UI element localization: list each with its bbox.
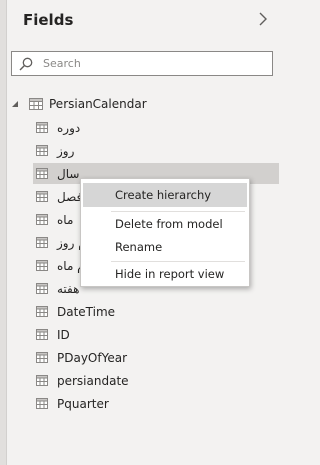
pane-title: Fields <box>23 11 74 29</box>
field-label: فصل <box>57 189 83 204</box>
field-label: روز <box>57 143 75 158</box>
collapse-pane-button[interactable] <box>254 9 272 29</box>
context-menu: Create hierarchy Delete from model Renam… <box>80 178 250 287</box>
menu-item-rename[interactable]: Rename <box>83 235 247 259</box>
search-input[interactable] <box>43 55 265 72</box>
field-icon <box>36 283 48 294</box>
menu-item-delete-from-model[interactable]: Delete from model <box>83 212 247 236</box>
field-icon <box>36 145 48 156</box>
field-label: سال <box>57 166 80 181</box>
field-icon <box>36 375 48 386</box>
field-label: DateTime <box>57 304 116 319</box>
field-icon <box>36 237 48 248</box>
field-row[interactable]: DateTime <box>33 301 279 322</box>
field-row[interactable]: persiandate <box>33 370 279 391</box>
field-icon <box>36 122 48 133</box>
field-icon <box>36 329 48 340</box>
field-icon <box>36 398 48 409</box>
table-icon <box>29 98 43 110</box>
field-icon <box>36 214 48 225</box>
field-label: هفته <box>57 281 80 296</box>
field-label: Pquarter <box>57 396 109 411</box>
search-icon <box>19 57 33 71</box>
field-label: ماه <box>57 212 74 227</box>
field-row[interactable]: PDayOfYear <box>33 347 279 368</box>
field-label: ID <box>57 327 70 342</box>
search-box[interactable] <box>11 51 273 76</box>
field-icon <box>36 168 48 179</box>
field-row[interactable]: Pquarter <box>33 393 279 414</box>
field-icon <box>36 306 48 317</box>
field-icon <box>36 352 48 363</box>
field-label: persiandate <box>57 373 129 388</box>
pane-left-edge <box>0 0 7 465</box>
menu-item-create-hierarchy[interactable]: Create hierarchy <box>83 183 247 207</box>
menu-item-hide-in-report-view[interactable]: Hide in report view <box>83 262 247 286</box>
field-label: PDayOfYear <box>57 350 128 365</box>
field-row[interactable]: دوره <box>33 117 279 138</box>
field-row[interactable]: روز <box>33 140 279 161</box>
field-icon <box>36 191 48 202</box>
field-label: دوره <box>57 120 81 135</box>
field-icon <box>36 260 48 271</box>
table-persiancalendar[interactable]: PersianCalendar <box>9 95 279 113</box>
chevron-right-icon <box>259 12 267 26</box>
field-row[interactable]: ID <box>33 324 279 345</box>
expand-collapse-icon[interactable] <box>11 99 21 109</box>
table-name: PersianCalendar <box>49 97 147 111</box>
